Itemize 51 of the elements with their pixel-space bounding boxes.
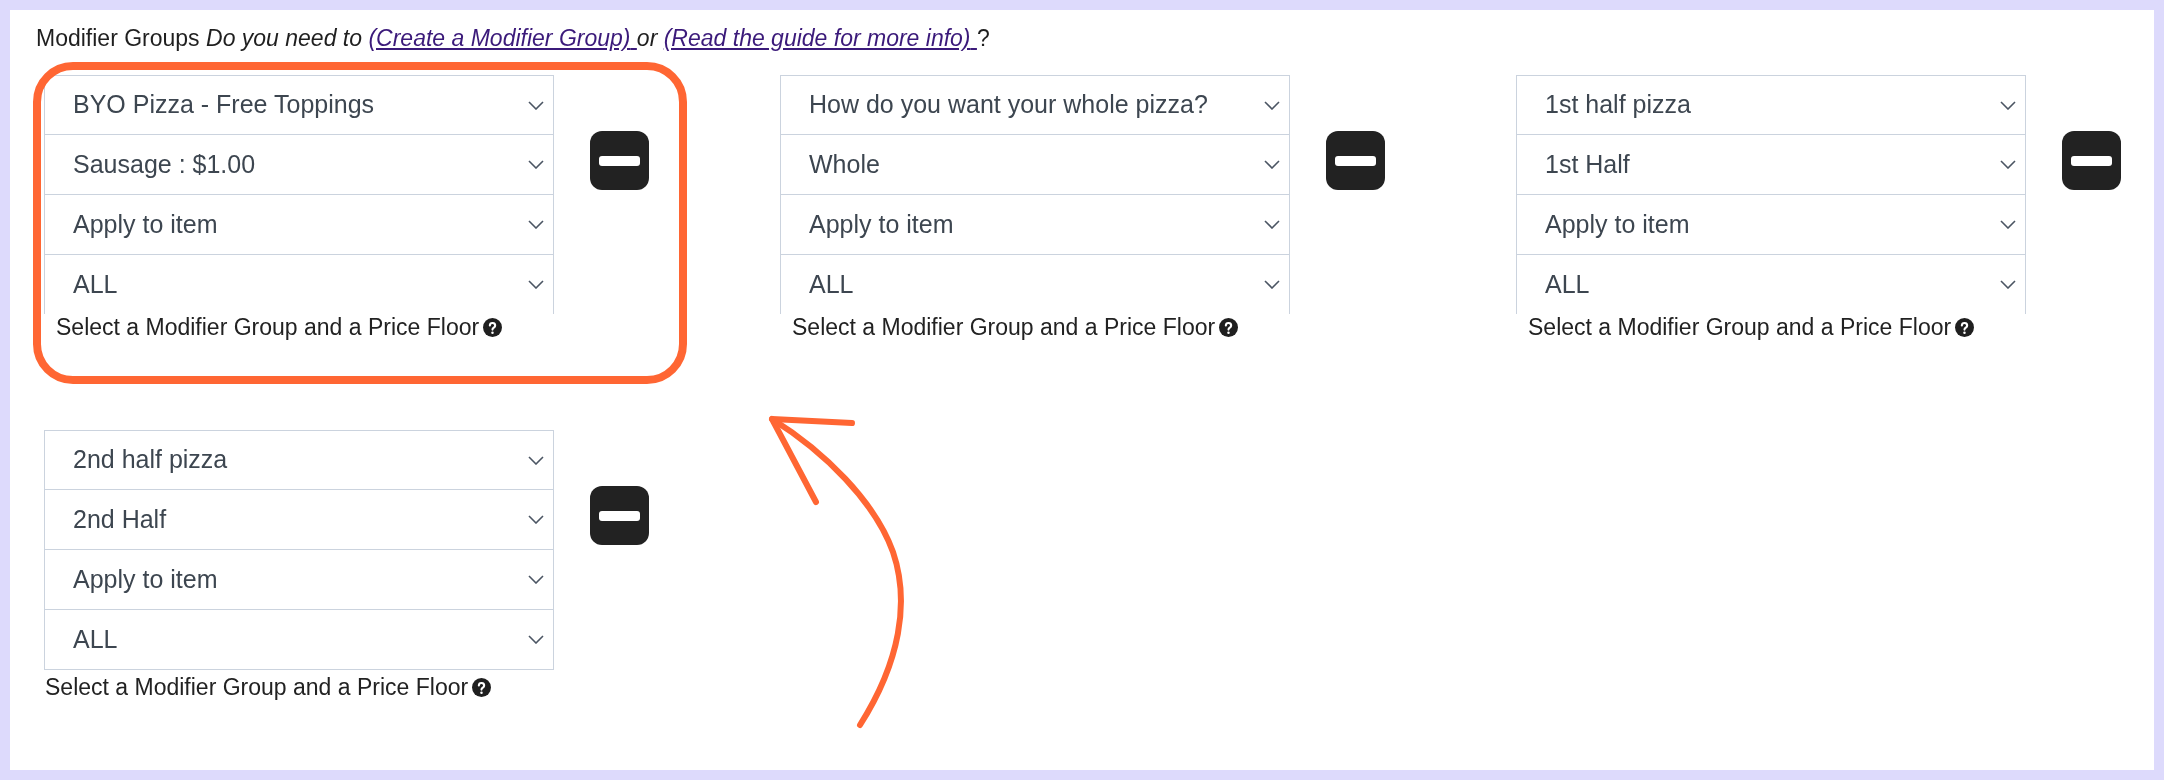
hint-text: Select a Modifier Group and a Price Floor (45, 674, 469, 700)
dropdown[interactable]: Apply to item (44, 195, 554, 255)
dropdown[interactable]: 1st half pizza (1516, 75, 2026, 135)
chevron-down-icon (2000, 220, 2016, 229)
dropdown[interactable]: How do you want your whole pizza? (780, 75, 1290, 135)
chevron-down-icon (528, 575, 544, 584)
dropdown[interactable]: Apply to item (1516, 195, 2026, 255)
remove-button[interactable] (590, 486, 649, 545)
chevron-down-icon (1264, 160, 1280, 169)
chevron-down-icon (1264, 280, 1280, 289)
dropdown[interactable]: ALL (44, 255, 554, 314)
chevron-down-icon (528, 635, 544, 644)
chevron-down-icon (528, 280, 544, 289)
intro-text: Modifier Groups Do you need to (Create a Modifier Group) or (Read the guide for more info) ? (36, 25, 991, 52)
dropdown[interactable]: ALL (44, 610, 554, 670)
hint-text: Select a Modifier Group and a Price Floor (1528, 314, 1952, 340)
chevron-down-icon (528, 515, 544, 524)
chevron-down-icon (2000, 280, 2016, 289)
hint-text: Select a Modifier Group and a Price Floor (792, 314, 1216, 340)
minus-icon (2071, 155, 2112, 166)
dropdown[interactable]: Sausage : $1.00 (44, 135, 554, 195)
dropdown[interactable]: ALL (780, 255, 1290, 314)
remove-button[interactable] (590, 131, 649, 190)
dropdown[interactable]: Apply to item (44, 550, 554, 610)
minus-icon (599, 510, 640, 521)
chevron-down-icon (1264, 100, 1280, 110)
chevron-down-icon (2000, 160, 2016, 169)
dropdown[interactable]: Apply to item (780, 195, 1290, 255)
dropdown[interactable]: 2nd half pizza (44, 430, 554, 490)
dropdown[interactable]: ALL (1516, 255, 2026, 314)
minus-icon (1335, 155, 1376, 166)
dropdown[interactable]: Whole (780, 135, 1290, 195)
guide-link[interactable]: (Read the guide for more info) (663, 25, 977, 51)
dropdown[interactable]: BYO Pizza - Free Toppings (44, 75, 554, 135)
help-circle-icon (472, 677, 492, 697)
hint-text: Select a Modifier Group and a Price Floor (56, 314, 480, 340)
chevron-down-icon (528, 455, 544, 465)
help-circle-icon (1955, 317, 1975, 337)
chevron-down-icon (528, 100, 544, 110)
remove-button[interactable] (1326, 131, 1385, 190)
help-circle-icon (1219, 317, 1239, 337)
chevron-down-icon (2000, 100, 2016, 110)
remove-button[interactable] (2062, 131, 2121, 190)
dropdown[interactable]: 1st Half (1516, 135, 2026, 195)
minus-icon (599, 155, 640, 166)
chevron-down-icon (528, 160, 544, 169)
help-circle-icon (483, 317, 503, 337)
guide-link[interactable]: (Create a Modifier Group) (368, 25, 637, 51)
chevron-down-icon (1264, 220, 1280, 229)
chevron-down-icon (528, 220, 544, 229)
dropdown[interactable]: 2nd Half (44, 490, 554, 550)
